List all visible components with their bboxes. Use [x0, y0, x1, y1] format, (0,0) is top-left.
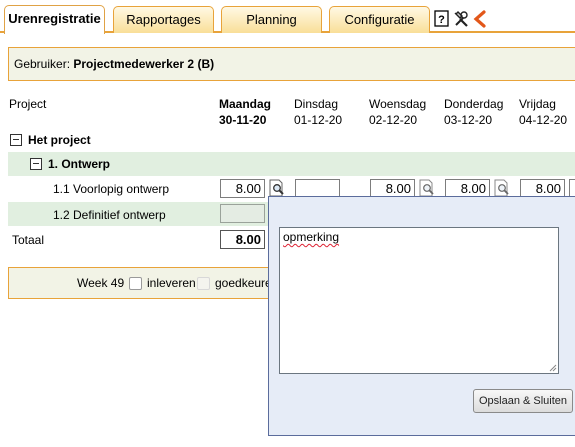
- user-bar: Gebruiker: Projectmedewerker 2 (B): [8, 47, 575, 81]
- day-header-monday: Maandag: [219, 97, 272, 111]
- comment-textarea[interactable]: opmerking: [279, 227, 559, 374]
- phase-name: 1. Ontwerp: [48, 157, 111, 171]
- comment-icon[interactable]: [494, 179, 510, 197]
- submit-checkbox[interactable]: [129, 277, 142, 290]
- user-label: Gebruiker:: [14, 57, 71, 71]
- project-column-header: Project: [9, 97, 47, 111]
- day-header-wednesday: Woensdag: [369, 97, 427, 111]
- date-header-wednesday: 02-12-20: [369, 113, 418, 127]
- date-header-friday: 04-12-20: [519, 113, 568, 127]
- tab-planning[interactable]: Planning: [221, 6, 322, 33]
- total-label: Totaal: [12, 233, 45, 247]
- approve-label: goedkeure: [215, 276, 272, 290]
- resize-grip-icon[interactable]: [548, 363, 557, 372]
- tab-configuratie[interactable]: Configuratie: [329, 6, 430, 33]
- svg-text:?: ?: [438, 14, 445, 26]
- project-name: Het project: [28, 133, 91, 147]
- collapse-phase-toggle[interactable]: [30, 158, 42, 170]
- user-name: Projectmedewerker 2 (B): [73, 57, 215, 71]
- task-label-voorlopig: 1.1 Voorlopig ontwerp: [53, 182, 170, 196]
- comment-text: opmerking: [283, 230, 340, 244]
- tab-urenregistratie[interactable]: Urenregistratie: [4, 5, 105, 34]
- day-header-thursday: Donderdag: [444, 97, 504, 111]
- day-header-tuesday: Dinsdag: [294, 97, 339, 111]
- tools-icon[interactable]: [452, 10, 470, 28]
- date-header-monday: 30-11-20: [219, 113, 267, 127]
- save-close-button[interactable]: Opslaan & Sluiten: [473, 389, 573, 413]
- task-label-definitief: 1.2 Definitief ontwerp: [53, 208, 166, 222]
- comment-icon[interactable]: [419, 179, 435, 197]
- submit-label: inleveren: [147, 276, 196, 290]
- hours-input-mon-row2[interactable]: [220, 204, 265, 223]
- comment-icon[interactable]: [269, 179, 285, 197]
- collapse-project-toggle[interactable]: [10, 134, 22, 146]
- tab-rapportages[interactable]: Rapportages: [113, 6, 214, 33]
- date-header-thursday: 03-12-20: [444, 113, 493, 127]
- date-header-tuesday: 01-12-20: [294, 113, 343, 127]
- help-icon[interactable]: ?: [434, 10, 450, 28]
- week-label: Week 49: [77, 276, 125, 290]
- tab-bar: Urenregistratie Rapportages Planning Con…: [0, 0, 575, 34]
- logout-icon[interactable]: [472, 10, 488, 28]
- day-header-friday: Vrijdag: [519, 97, 556, 111]
- approve-checkbox[interactable]: [197, 277, 210, 290]
- total-monday: 8.00: [220, 230, 265, 249]
- comment-popup: opmerking Opslaan & Sluiten: [268, 196, 575, 436]
- hours-input-mon-row1[interactable]: 8.00: [220, 179, 265, 198]
